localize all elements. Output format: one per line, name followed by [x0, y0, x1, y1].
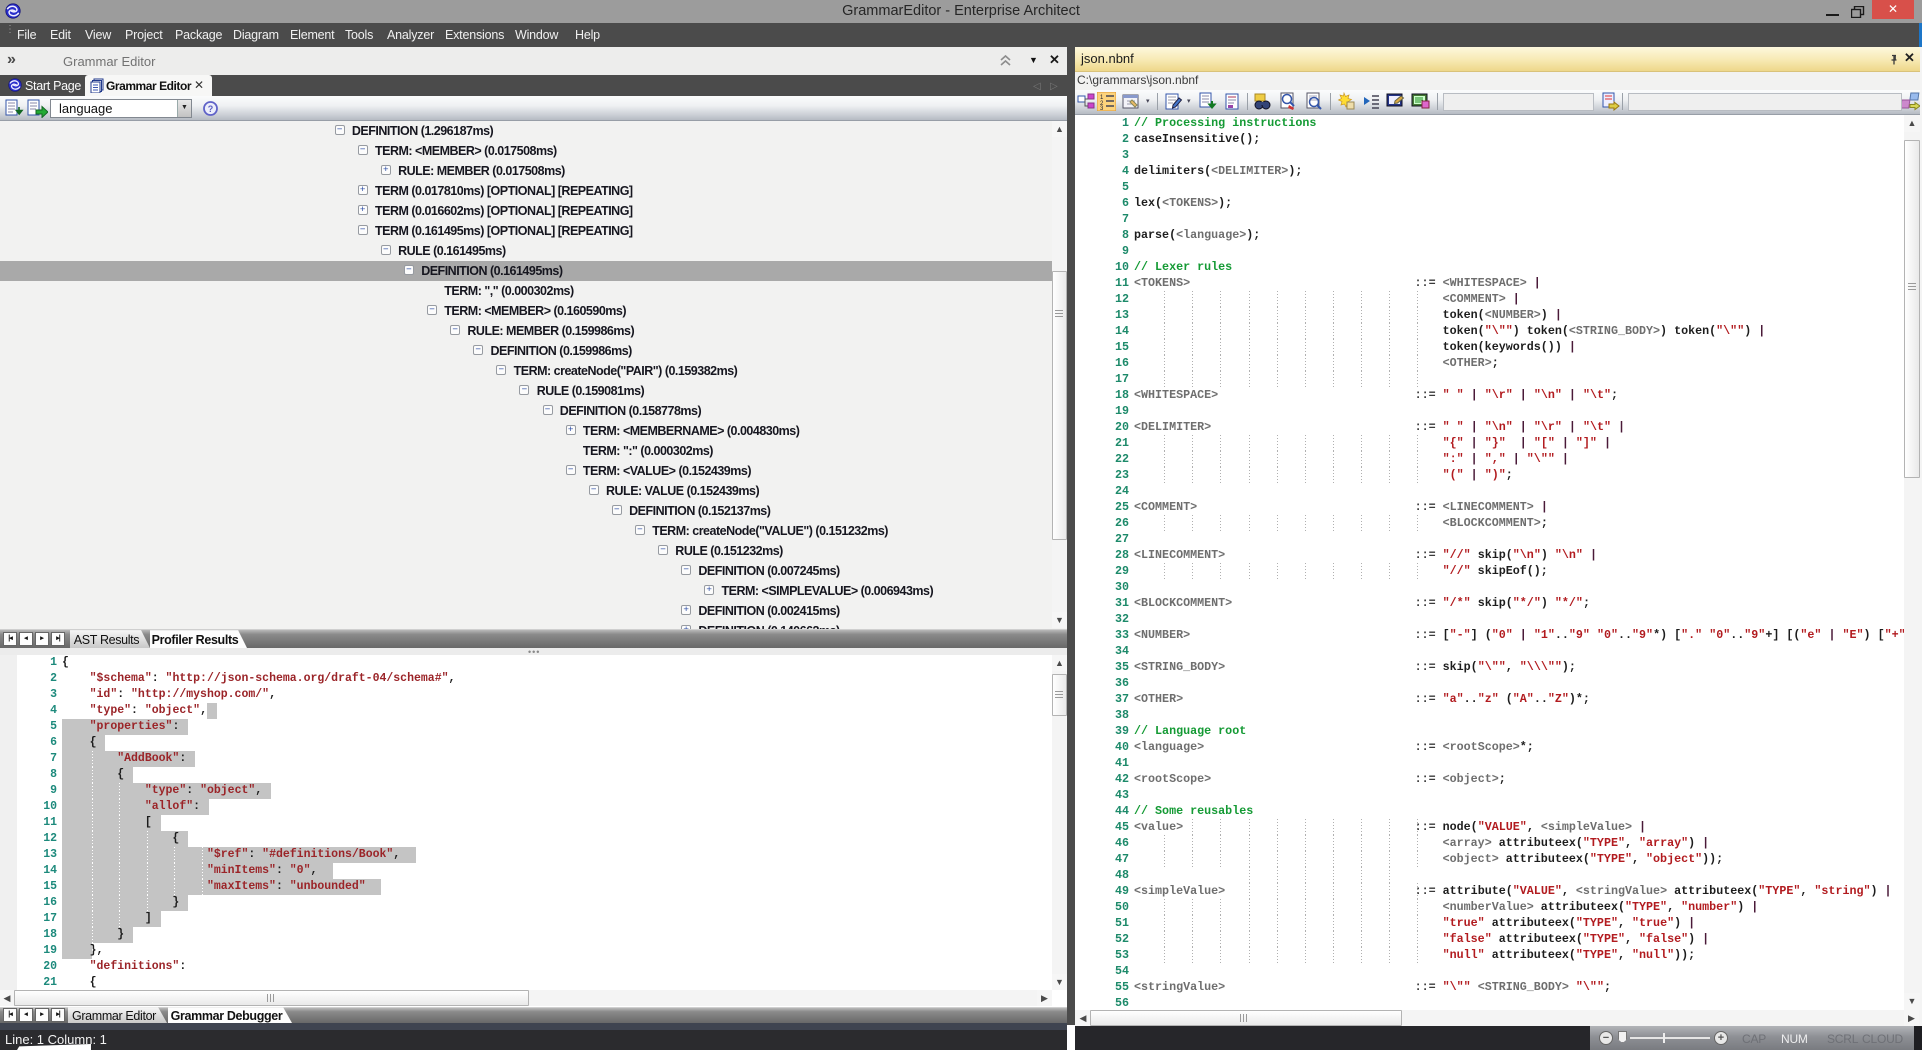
svg-text:?: ?: [208, 104, 214, 114]
